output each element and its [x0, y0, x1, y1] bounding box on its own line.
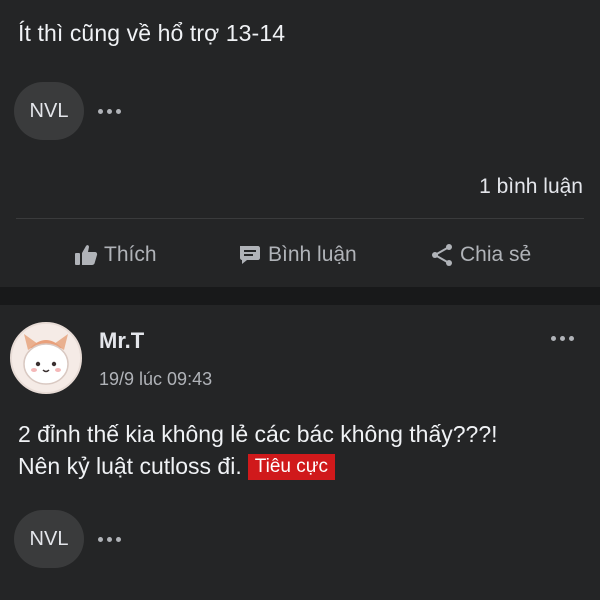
like-button[interactable]: Thích	[74, 243, 157, 267]
post-line: Nên kỷ luật cutloss đi.	[18, 453, 242, 479]
post-line-with-tag: Nên kỷ luật cutloss đi. Tiêu cực	[18, 450, 588, 482]
more-dots-icon[interactable]	[98, 536, 121, 542]
comment-icon	[238, 244, 262, 266]
comment-count[interactable]: 1 bình luận	[479, 175, 583, 199]
post-timestamp[interactable]: 19/9 lúc 09:43	[99, 369, 212, 390]
post-separator	[0, 287, 600, 305]
more-dots-icon[interactable]	[98, 108, 121, 114]
action-bar: Thích Bình luận Chia sẻ	[0, 232, 600, 278]
share-button[interactable]: Chia sẻ	[430, 243, 531, 267]
post-line: 2 đỉnh thế kia không lẻ các bác không th…	[18, 421, 498, 447]
author-name[interactable]: Mr.T	[99, 328, 144, 354]
share-icon	[430, 243, 454, 267]
reaction-row: NVL	[14, 82, 121, 140]
reaction-row: NVL	[14, 510, 121, 568]
comment-label: Bình luận	[268, 243, 357, 266]
avatar[interactable]	[10, 322, 82, 394]
divider	[16, 218, 584, 219]
reaction-badge[interactable]: NVL	[14, 82, 84, 140]
more-dots-icon[interactable]	[551, 336, 574, 341]
post-text: Ít thì cũng về hổ trợ 13-14	[18, 20, 286, 46]
like-label: Thích	[104, 243, 157, 266]
comment-button[interactable]: Bình luận	[238, 243, 357, 267]
sentiment-tag: Tiêu cực	[247, 454, 335, 480]
thumbs-up-icon	[74, 244, 98, 266]
post-text: 2 đỉnh thế kia không lẻ các bác không th…	[18, 418, 588, 482]
reaction-badge[interactable]: NVL	[14, 510, 84, 568]
share-label: Chia sẻ	[460, 243, 532, 266]
